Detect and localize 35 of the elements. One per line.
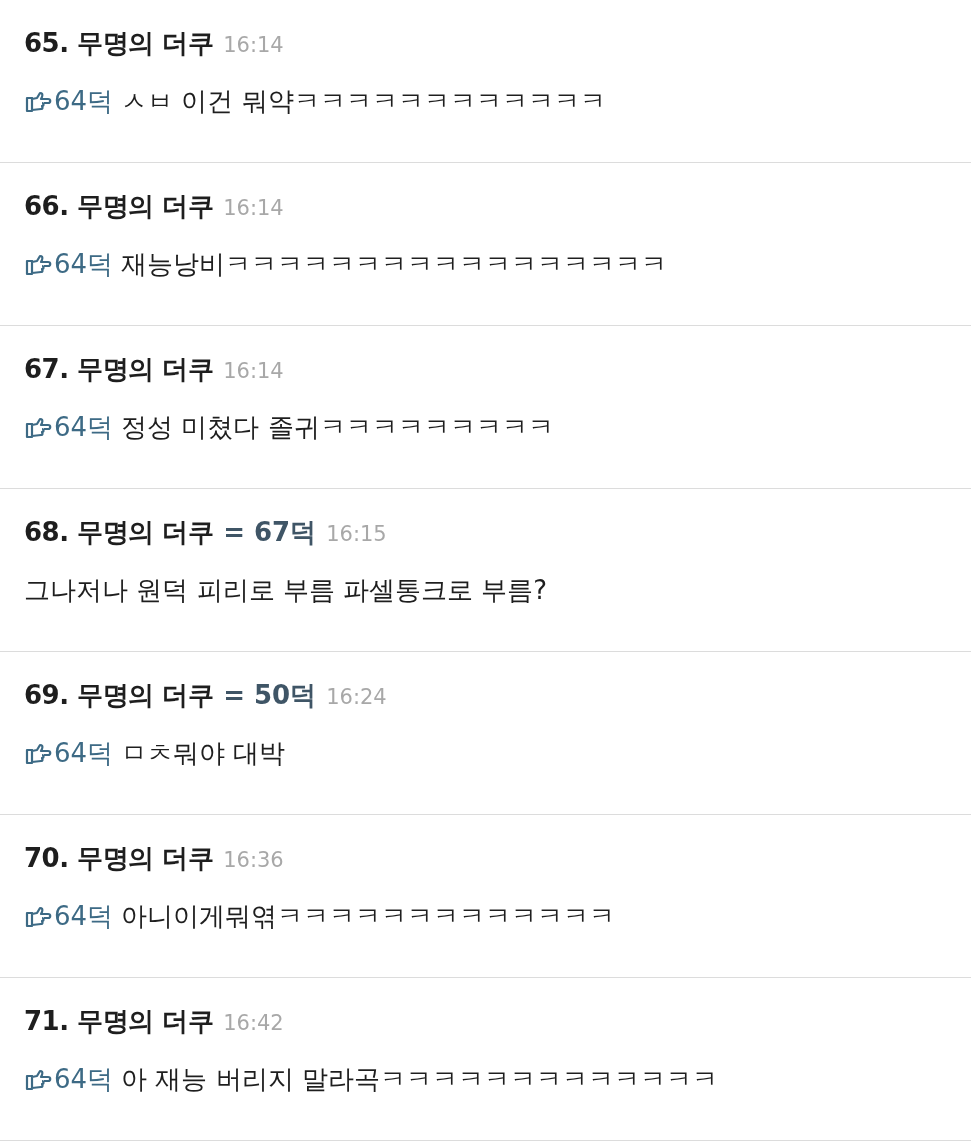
timestamp: 16:14 — [223, 33, 284, 57]
reply-reference-link[interactable]: = 67덕 — [223, 515, 317, 550]
reply-reference-link[interactable]: = 50덕 — [223, 678, 317, 713]
comment-text: 재능낭비ㅋㅋㅋㅋㅋㅋㅋㅋㅋㅋㅋㅋㅋㅋㅋㅋㅋ — [121, 248, 668, 281]
timestamp: 16:24 — [326, 685, 387, 709]
timestamp: 16:15 — [326, 522, 387, 546]
timestamp: 16:14 — [223, 359, 284, 383]
comment-number-author: 65. 무명의 더쿠 — [24, 27, 214, 60]
comment-number-author: 66. 무명의 더쿠 — [24, 190, 214, 223]
comment-number-author: 70. 무명의 더쿠 — [24, 842, 214, 875]
comment-number-author: 68. 무명의 더쿠 — [24, 516, 214, 549]
comment-text: 그나저나 원덕 피리로 부름 파셀통크로 부름? — [24, 574, 548, 607]
quote-link[interactable]: 64덕 — [24, 84, 114, 119]
pointing-hand-icon — [24, 415, 54, 440]
pointing-hand-icon — [24, 1067, 54, 1092]
timestamp: 16:42 — [223, 1011, 284, 1035]
quote-link[interactable]: 64덕 — [24, 1062, 114, 1097]
comment-text: 아니이게뭐엮ㅋㅋㅋㅋㅋㅋㅋㅋㅋㅋㅋㅋㅋ — [121, 900, 616, 933]
timestamp: 16:36 — [223, 848, 284, 872]
comment-text: ㅁㅊ뭐야 대박 — [121, 737, 286, 770]
comment-number-author: 71. 무명의 더쿠 — [24, 1005, 214, 1038]
quote-link[interactable]: 64덕 — [24, 247, 114, 282]
comment-number-author: 67. 무명의 더쿠 — [24, 353, 214, 386]
pointing-hand-icon — [24, 252, 54, 277]
quote-link[interactable]: 64덕 — [24, 899, 114, 934]
comment-text: ㅅㅂ 이건 뭐약ㅋㅋㅋㅋㅋㅋㅋㅋㅋㅋㅋㅋ — [121, 85, 606, 118]
quote-link[interactable]: 64덕 — [24, 410, 114, 445]
comment-text: 정성 미쳤다 졸귀ㅋㅋㅋㅋㅋㅋㅋㅋㅋ — [121, 411, 554, 444]
pointing-hand-icon — [24, 741, 54, 766]
pointing-hand-icon — [24, 904, 54, 929]
timestamp: 16:14 — [223, 196, 284, 220]
comment-text: 아 재능 버리지 말라곡ㅋㅋㅋㅋㅋㅋㅋㅋㅋㅋㅋㅋㅋ — [121, 1063, 718, 1096]
pointing-hand-icon — [24, 89, 54, 114]
comment-number-author: 69. 무명의 더쿠 — [24, 679, 214, 712]
quote-link[interactable]: 64덕 — [24, 736, 114, 771]
